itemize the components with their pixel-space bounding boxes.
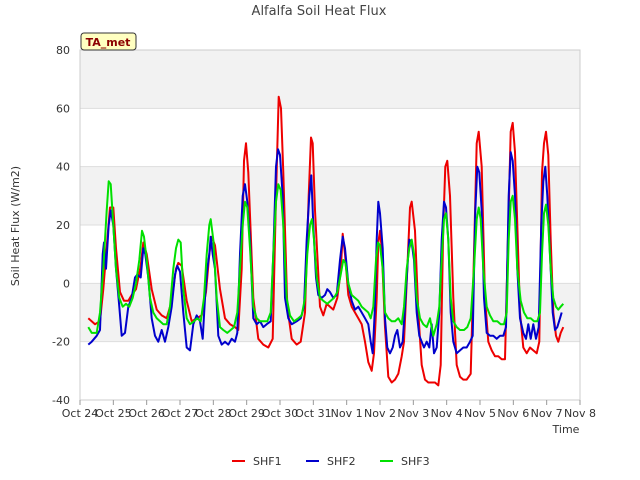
y-tick-label: -40 [52, 394, 70, 407]
x-tick-label: Oct 28 [195, 407, 232, 420]
site-badge: TA_met [80, 32, 137, 51]
grid-band [80, 50, 580, 109]
x-tick-label: Nov 1 [331, 407, 363, 420]
x-tick-label: Oct 30 [262, 407, 299, 420]
y-tick-label: 80 [56, 44, 70, 57]
x-tick-label: Oct 26 [128, 407, 165, 420]
y-axis-ticks: -40 -20 0 20 40 60 80 [52, 44, 70, 407]
y-axis-label: Soil Heat Flux (W/m2) [9, 166, 22, 286]
x-tick-label: Nov 7 [531, 407, 563, 420]
legend: SHF1 SHF2 SHF3 [232, 455, 430, 468]
grid-band [80, 166, 580, 225]
x-tick-label: Nov 8 [564, 407, 596, 420]
x-tick-label: Nov 3 [397, 407, 429, 420]
x-tick-label: Oct 27 [162, 407, 199, 420]
y-tick-label: -20 [52, 336, 70, 349]
y-tick-label: 40 [56, 161, 70, 174]
x-tick-label: Oct 25 [95, 407, 132, 420]
x-tick-label: Nov 2 [364, 407, 396, 420]
x-axis-label: Time [552, 423, 580, 436]
y-tick-label: 0 [63, 277, 70, 290]
x-axis-ticks: Oct 24Oct 25Oct 26Oct 27Oct 28Oct 29Oct … [62, 400, 596, 420]
chart-title: Alfalfa Soil Heat Flux [252, 4, 387, 19]
x-tick-label: Nov 6 [497, 407, 529, 420]
x-tick-label: Oct 24 [62, 407, 99, 420]
legend-label-shf1: SHF1 [253, 455, 282, 468]
x-tick-label: Nov 5 [464, 407, 496, 420]
legend-label-shf2: SHF2 [327, 455, 356, 468]
x-tick-label: Oct 29 [228, 407, 265, 420]
soil-heat-flux-chart: Alfalfa Soil Heat Flux -40 -20 0 20 40 60 80 O… [9, 4, 596, 468]
site-badge-label: TA_met [86, 36, 131, 49]
x-tick-label: Nov 4 [431, 407, 463, 420]
y-tick-label: 20 [56, 219, 70, 232]
y-tick-label: 60 [56, 102, 70, 115]
legend-label-shf3: SHF3 [401, 455, 430, 468]
x-tick-label: Oct 31 [295, 407, 332, 420]
